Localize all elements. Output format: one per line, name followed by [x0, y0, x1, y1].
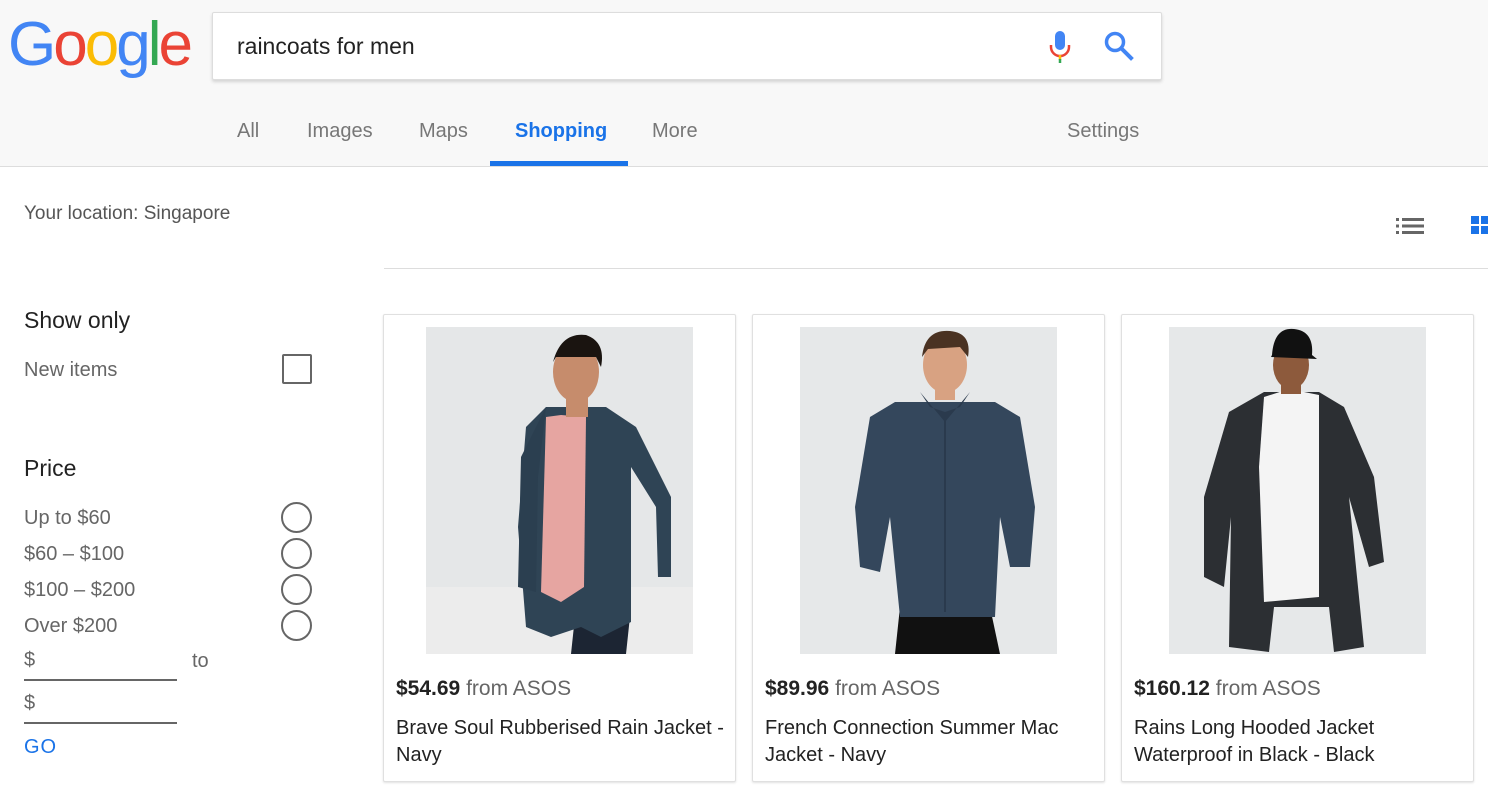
product-seller: from ASOS — [466, 677, 572, 700]
search-icon[interactable] — [1103, 30, 1135, 62]
product-photo-illustration — [1169, 327, 1426, 654]
microphone-icon[interactable] — [1048, 30, 1072, 64]
logo-letter: G — [8, 10, 56, 79]
logo-letter: g — [116, 10, 151, 79]
location-text: Your location: Singapore — [24, 203, 231, 224]
max-price-field[interactable]: $ — [24, 692, 177, 724]
price-option-label: $60 – $100 — [24, 543, 125, 565]
grid-view-icon[interactable] — [1470, 214, 1488, 236]
currency-symbol: $ — [24, 692, 36, 714]
new-items-checkbox[interactable] — [282, 354, 312, 384]
new-items-label: New items — [24, 359, 118, 381]
tab-shopping[interactable]: Shopping — [515, 120, 607, 143]
active-tab-indicator — [490, 161, 628, 166]
price-radio-100-200[interactable] — [281, 574, 312, 605]
go-button[interactable]: GO — [24, 736, 57, 759]
divider — [384, 268, 1488, 269]
currency-symbol: $ — [24, 649, 36, 671]
product-price-row: $160.12 from ASOS — [1134, 677, 1321, 701]
logo-letter: e — [158, 10, 193, 79]
product-seller: from ASOS — [835, 677, 941, 700]
product-title[interactable]: Rains Long Hooded Jacket Waterproof in B… — [1134, 715, 1464, 769]
logo-letter: o — [53, 10, 88, 79]
product-title[interactable]: Brave Soul Rubberised Rain Jacket - Navy — [396, 715, 726, 769]
logo-letter: o — [84, 10, 120, 79]
google-logo[interactable]: Google — [8, 10, 193, 79]
product-card[interactable]: $89.96 from ASOS French Connection Summe… — [752, 314, 1105, 782]
price-radio-over-200[interactable] — [281, 610, 312, 641]
product-title[interactable]: French Connection Summer Mac Jacket - Na… — [765, 715, 1095, 769]
price-radio-up-to-60[interactable] — [281, 502, 312, 533]
product-price: $54.69 — [396, 677, 461, 700]
header: Google raincoats for men All Images Maps… — [0, 0, 1488, 167]
product-price-row: $89.96 from ASOS — [765, 677, 940, 701]
to-label: to — [192, 650, 209, 672]
price-option-label: $100 – $200 — [24, 579, 136, 601]
search-input[interactable]: raincoats for men — [237, 33, 415, 60]
price-option-label: Up to $60 — [24, 507, 111, 529]
tab-images[interactable]: Images — [307, 120, 373, 143]
product-image[interactable] — [426, 327, 693, 654]
price-radio-60-100[interactable] — [281, 538, 312, 569]
tab-more[interactable]: More — [652, 120, 698, 143]
product-price-row: $54.69 from ASOS — [396, 677, 571, 701]
tab-settings[interactable]: Settings — [1067, 120, 1139, 143]
search-tabs: All Images Maps Shopping More Settings — [0, 100, 1488, 167]
product-seller: from ASOS — [1215, 677, 1321, 700]
price-heading: Price — [24, 455, 77, 481]
logo-letter: l — [147, 10, 162, 79]
product-card[interactable]: $160.12 from ASOS Rains Long Hooded Jack… — [1121, 314, 1474, 782]
tab-maps[interactable]: Maps — [419, 120, 468, 143]
show-only-heading: Show only — [24, 307, 131, 333]
product-photo-illustration — [426, 327, 693, 654]
price-option-label: Over $200 — [24, 615, 118, 637]
product-price: $89.96 — [765, 677, 830, 700]
product-price: $160.12 — [1134, 677, 1210, 700]
min-price-field[interactable]: $ — [24, 649, 177, 681]
product-image[interactable] — [1169, 327, 1426, 654]
product-card[interactable]: $54.69 from ASOS Brave Soul Rubberised R… — [383, 314, 736, 782]
search-box[interactable]: raincoats for men — [212, 12, 1162, 80]
tab-all[interactable]: All — [237, 120, 259, 143]
product-photo-illustration — [800, 327, 1057, 654]
product-image[interactable] — [800, 327, 1057, 654]
list-view-icon[interactable] — [1396, 216, 1426, 236]
